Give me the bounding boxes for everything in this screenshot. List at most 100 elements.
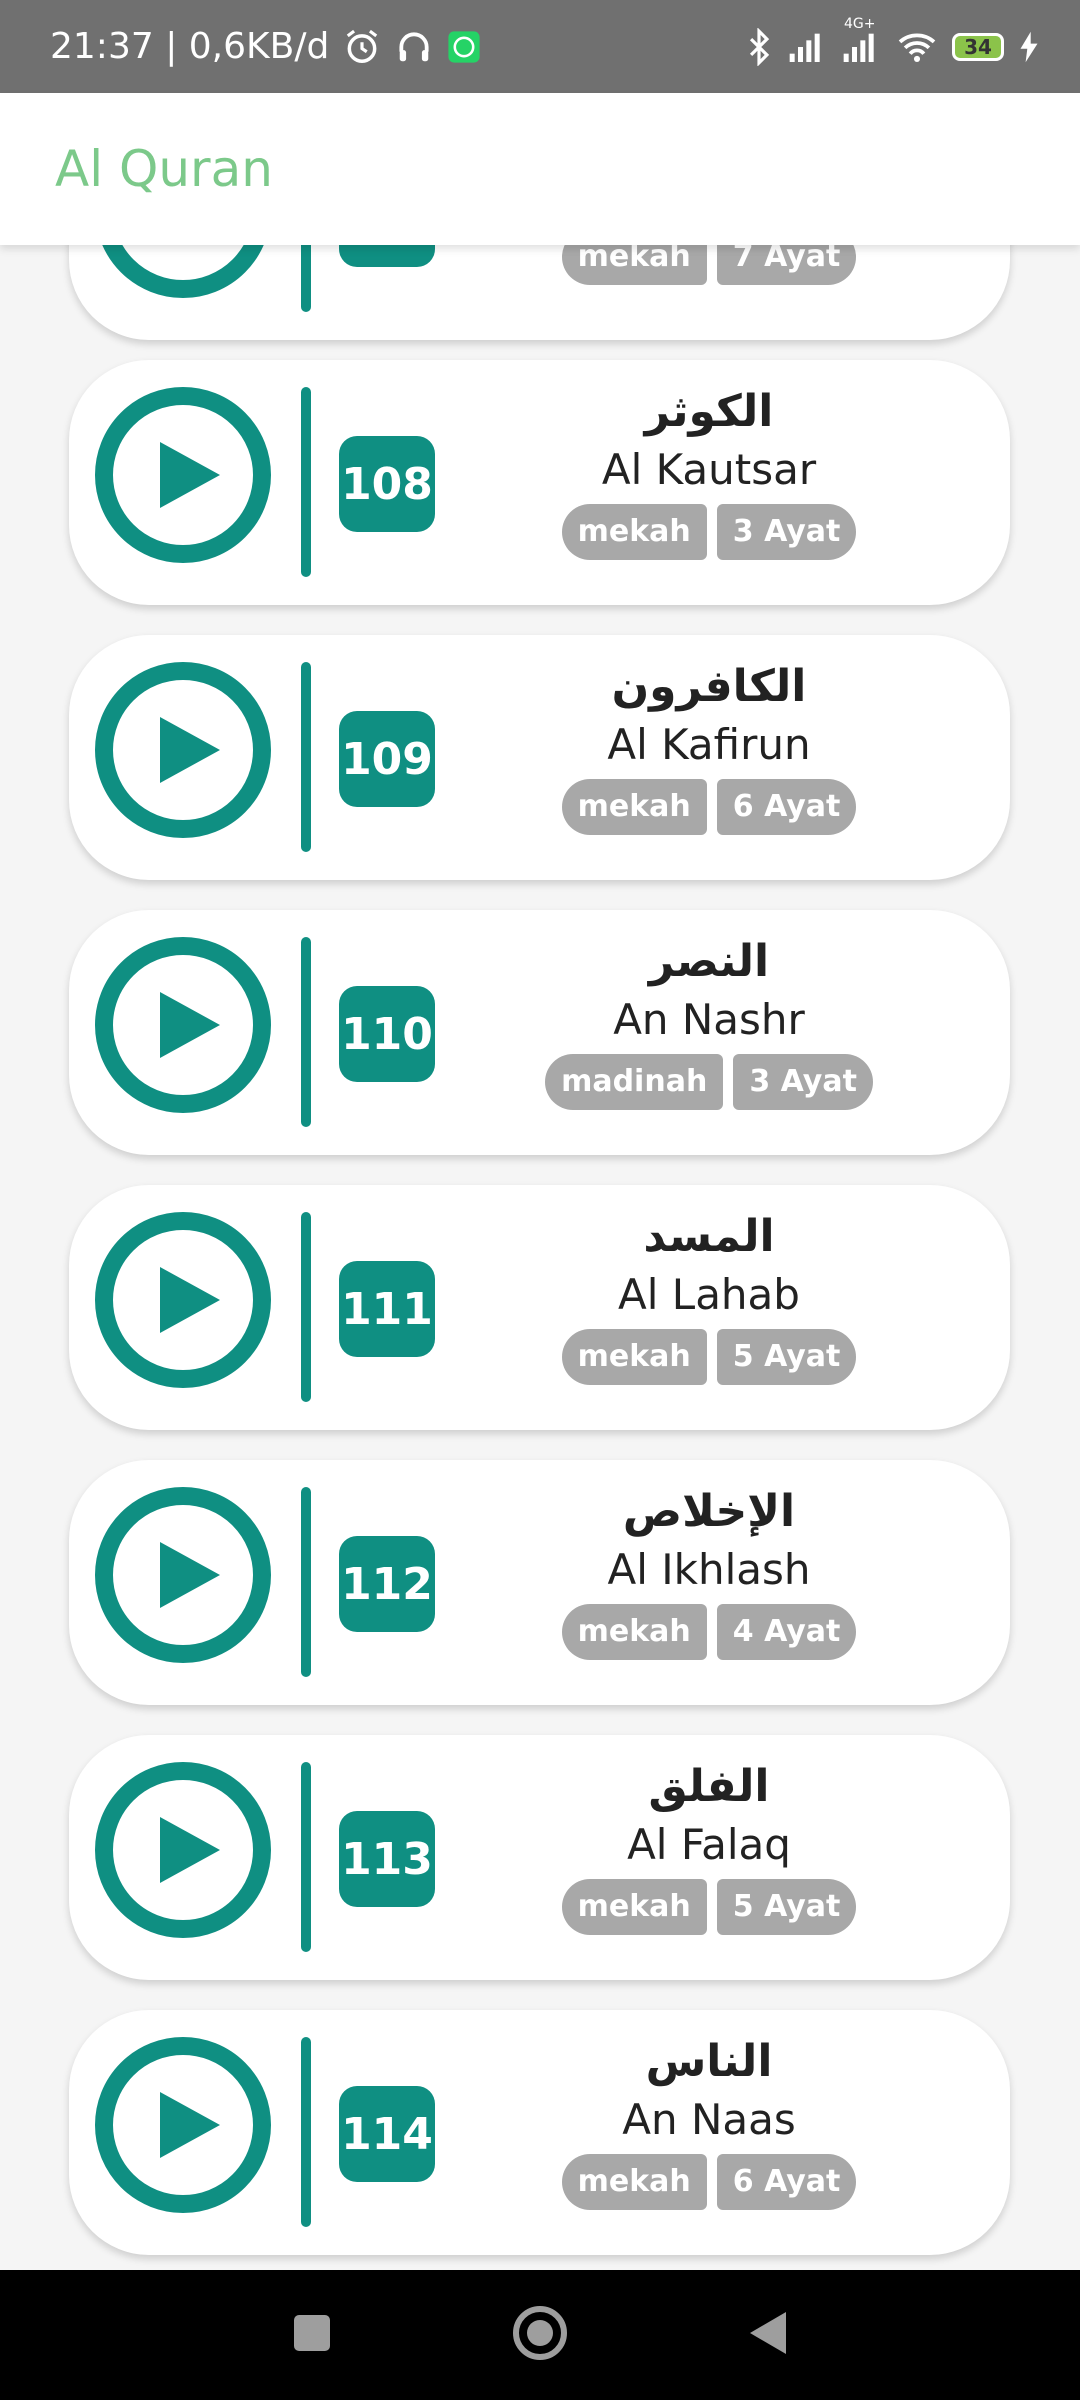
signal-icon bbox=[788, 30, 828, 64]
surah-card-partial[interactable]: mekah 7 Ayat bbox=[69, 245, 1010, 340]
surah-info: الفلق Al Falaq mekah 5 Ayat bbox=[489, 1757, 929, 1935]
surah-card[interactable]: 108 الكوثر Al Kautsar mekah 3 Ayat bbox=[69, 360, 1010, 605]
play-button[interactable] bbox=[95, 662, 271, 838]
surah-info: الناس An Naas mekah 6 Ayat bbox=[489, 2032, 929, 2210]
surah-info: المسد Al Lahab mekah 5 Ayat bbox=[489, 1207, 929, 1385]
status-bar: 21:37 | 0,6KB/d 4G+ 34 bbox=[0, 0, 1080, 93]
play-icon bbox=[160, 1267, 220, 1333]
ayat-count-badge: 4 Ayat bbox=[716, 1604, 857, 1660]
ayat-count-badge: 3 Ayat bbox=[716, 504, 857, 560]
surah-card[interactable]: 114 الناس An Naas mekah 6 Ayat bbox=[69, 2010, 1010, 2255]
surah-number-badge bbox=[339, 245, 435, 267]
divider bbox=[301, 662, 311, 852]
ayat-count-badge: 6 Ayat bbox=[716, 779, 857, 835]
surah-arabic-name: الكوثر bbox=[644, 386, 774, 437]
navigation-bar bbox=[0, 2270, 1080, 2400]
surah-arabic-name: الكافرون bbox=[611, 661, 807, 712]
revelation-place-badge: mekah bbox=[561, 779, 707, 835]
charging-icon bbox=[1018, 30, 1040, 64]
surah-latin-name: Al Kautsar bbox=[601, 445, 817, 494]
surah-latin-name: An Naas bbox=[622, 2095, 796, 2144]
surah-latin-name: Al Kafirun bbox=[607, 720, 811, 769]
play-button[interactable] bbox=[95, 245, 271, 298]
ayat-count-badge: 6 Ayat bbox=[716, 2154, 857, 2210]
play-button[interactable] bbox=[95, 2037, 271, 2213]
badges: madinah 3 Ayat bbox=[489, 1054, 929, 1110]
signal-4g-icon: 4G+ bbox=[842, 16, 882, 64]
badges: mekah 7 Ayat bbox=[489, 245, 929, 285]
alarm-icon bbox=[343, 28, 381, 66]
surah-info: الإخلاص Al Ikhlash mekah 4 Ayat bbox=[489, 1482, 929, 1660]
surah-number-badge: 112 bbox=[339, 1536, 435, 1632]
surah-latin-name: Al Falaq bbox=[627, 1820, 791, 1869]
badges: mekah 6 Ayat bbox=[489, 779, 929, 835]
bluetooth-icon bbox=[744, 27, 774, 66]
surah-arabic-name: النصر bbox=[648, 936, 770, 987]
revelation-place-badge: mekah bbox=[561, 1879, 707, 1935]
whatsapp-icon bbox=[447, 30, 481, 64]
revelation-place-badge: mekah bbox=[561, 245, 707, 285]
play-button[interactable] bbox=[95, 387, 271, 563]
surah-number-badge: 108 bbox=[339, 436, 435, 532]
surah-info: الكوثر Al Kautsar mekah 3 Ayat bbox=[489, 382, 929, 560]
badges: mekah 5 Ayat bbox=[489, 1879, 929, 1935]
badges: mekah 5 Ayat bbox=[489, 1329, 929, 1385]
surah-arabic-name: الناس bbox=[645, 2036, 773, 2087]
play-button[interactable] bbox=[95, 1487, 271, 1663]
play-icon bbox=[160, 442, 220, 508]
surah-number-badge: 109 bbox=[339, 711, 435, 807]
status-time: 21:37 | 0,6KB/d bbox=[50, 26, 330, 67]
revelation-place-badge: madinah bbox=[545, 1054, 724, 1110]
surah-card[interactable]: 112 الإخلاص Al Ikhlash mekah 4 Ayat bbox=[69, 1460, 1010, 1705]
badges: mekah 3 Ayat bbox=[489, 504, 929, 560]
surah-number-badge: 110 bbox=[339, 986, 435, 1082]
surah-arabic-name: المسد bbox=[643, 1211, 775, 1262]
surah-info: النصر An Nashr madinah 3 Ayat bbox=[489, 932, 929, 1110]
home-icon[interactable] bbox=[512, 2305, 568, 2366]
ayat-count-badge: 3 Ayat bbox=[733, 1054, 873, 1110]
play-icon bbox=[160, 1817, 220, 1883]
ayat-count-badge: 5 Ayat bbox=[716, 1879, 857, 1935]
play-icon bbox=[160, 1542, 220, 1608]
surah-card[interactable]: 113 الفلق Al Falaq mekah 5 Ayat bbox=[69, 1735, 1010, 1980]
surah-latin-name: An Nashr bbox=[613, 995, 805, 1044]
surah-arabic-name: الإخلاص bbox=[622, 1486, 796, 1537]
revelation-place-badge: mekah bbox=[561, 1604, 707, 1660]
divider bbox=[301, 1487, 311, 1677]
revelation-place-badge: mekah bbox=[561, 504, 707, 560]
surah-info: الكافرون Al Kafirun mekah 6 Ayat bbox=[489, 657, 929, 835]
play-button[interactable] bbox=[95, 1762, 271, 1938]
divider bbox=[301, 937, 311, 1127]
recent-apps-icon[interactable] bbox=[292, 2313, 332, 2358]
headphones-icon bbox=[395, 28, 433, 66]
revelation-place-badge: mekah bbox=[561, 1329, 707, 1385]
back-icon[interactable] bbox=[748, 2310, 788, 2361]
surah-arabic-name: الفلق bbox=[648, 1761, 770, 1812]
play-button[interactable] bbox=[95, 1212, 271, 1388]
badges: mekah 6 Ayat bbox=[489, 2154, 929, 2210]
app-bar: Al Quran bbox=[0, 93, 1080, 245]
surah-info: mekah 7 Ayat bbox=[489, 245, 929, 285]
surah-card[interactable]: 111 المسد Al Lahab mekah 5 Ayat bbox=[69, 1185, 1010, 1430]
revelation-place-badge: mekah bbox=[561, 2154, 707, 2210]
badges: mekah 4 Ayat bbox=[489, 1604, 929, 1660]
app-title: Al Quran bbox=[55, 140, 273, 198]
divider bbox=[301, 1212, 311, 1402]
ayat-count-badge: 5 Ayat bbox=[716, 1329, 857, 1385]
surah-number-badge: 114 bbox=[339, 2086, 435, 2182]
ayat-count-badge: 7 Ayat bbox=[716, 245, 857, 285]
play-icon bbox=[160, 2092, 220, 2158]
surah-latin-name: Al Lahab bbox=[618, 1270, 800, 1319]
surah-list[interactable]: mekah 7 Ayat 108 الكوثر Al Kautsar mekah… bbox=[0, 245, 1080, 2270]
play-icon bbox=[160, 992, 220, 1058]
play-button[interactable] bbox=[95, 937, 271, 1113]
surah-latin-name: Al Ikhlash bbox=[607, 1545, 811, 1594]
divider bbox=[301, 245, 311, 312]
battery-icon: 34 bbox=[952, 32, 1004, 61]
divider bbox=[301, 387, 311, 577]
divider bbox=[301, 2037, 311, 2227]
wifi-icon bbox=[896, 30, 938, 64]
divider bbox=[301, 1762, 311, 1952]
surah-card[interactable]: 110 النصر An Nashr madinah 3 Ayat bbox=[69, 910, 1010, 1155]
surah-card[interactable]: 109 الكافرون Al Kafirun mekah 6 Ayat bbox=[69, 635, 1010, 880]
